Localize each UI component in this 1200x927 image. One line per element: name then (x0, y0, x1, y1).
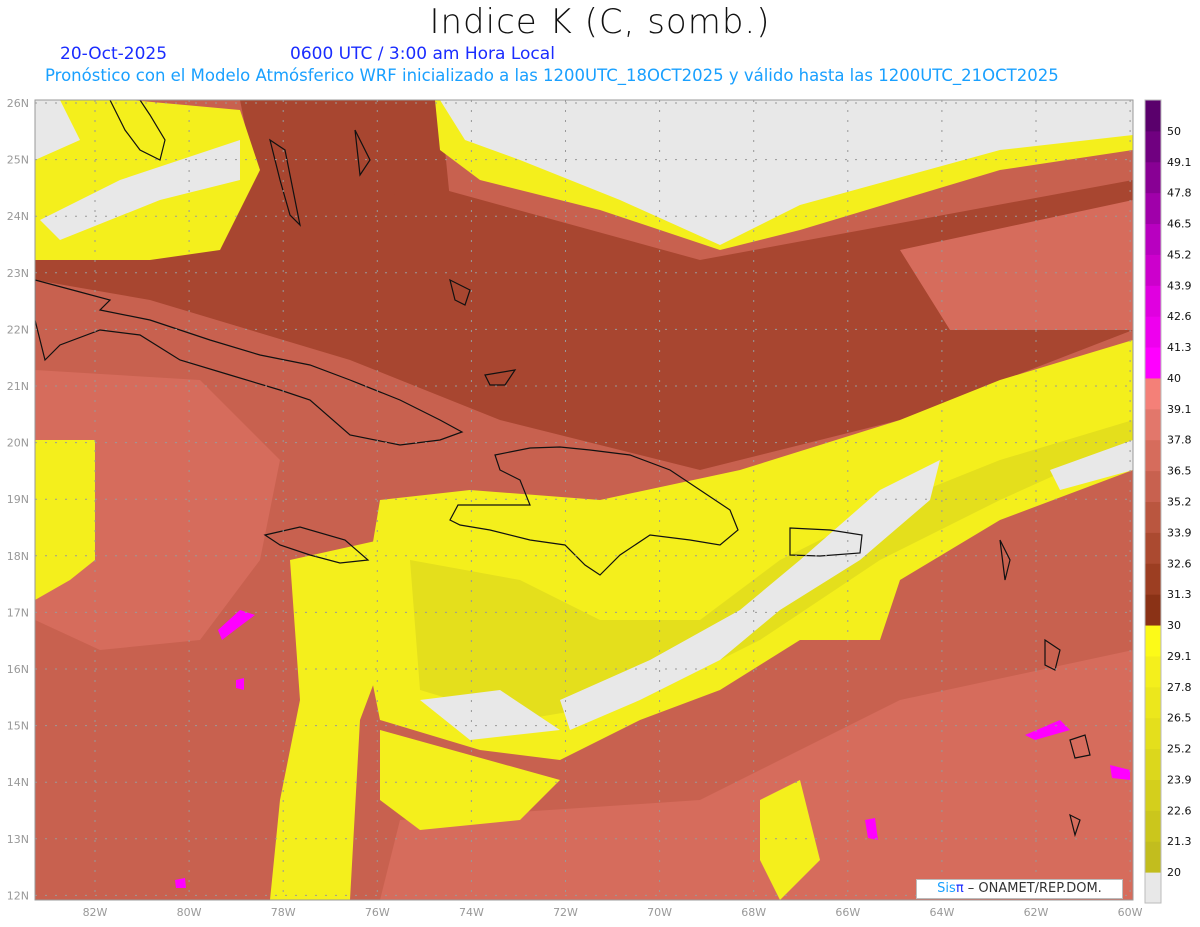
colorbar-swatch (1145, 347, 1161, 379)
colorbar-label: 31.3 (1167, 588, 1192, 601)
lon-label: 80W (177, 906, 202, 919)
colorbar-label: 46.5 (1167, 218, 1192, 231)
lat-label: 22N (7, 323, 29, 336)
colorbar-label: 32.6 (1167, 557, 1192, 570)
colorbar-label: 20 (1167, 866, 1181, 879)
lat-label: 15N (7, 720, 29, 733)
lat-label: 18N (7, 550, 29, 563)
lon-label: 62W (1024, 906, 1049, 919)
colorbar: 20 21.3 22.6 23.9 25.2 26.5 27.8 29.1 30 31.3 32.6… (1144, 99, 1192, 904)
onamet-logo: Sisπ – ONAMET/REP.DOM. (916, 879, 1123, 899)
colorbar-label: 41.3 (1167, 341, 1192, 354)
credit-text: – ONAMET/REP.DOM. (967, 881, 1102, 896)
colorbar-swatch (1145, 748, 1161, 780)
lat-label: 21N (7, 380, 29, 393)
colorbar-label: 29.1 (1167, 650, 1192, 663)
lon-label: 82W (83, 906, 108, 919)
colorbar-swatch (1145, 501, 1161, 533)
colorbar-label: 35.2 (1167, 496, 1192, 509)
lat-label: 20N (7, 437, 29, 450)
colorbar-swatch (1145, 316, 1161, 348)
lat-label: 23N (7, 267, 29, 280)
model-description: Pronóstico con el Modelo Atmósferico WRF… (45, 66, 1059, 85)
lon-label: 68W (741, 906, 766, 919)
colorbar-swatch (1145, 594, 1161, 626)
lat-label: 14N (7, 776, 29, 789)
lon-label: 78W (271, 906, 296, 919)
colorbar-label: 45.2 (1167, 248, 1192, 261)
colorbar-label: 49.1 (1167, 156, 1192, 169)
colorbar-swatch (1145, 841, 1161, 873)
logo-pi: π (955, 881, 964, 896)
colorbar-label: 30 (1167, 619, 1181, 632)
lat-label: 19N (7, 493, 29, 506)
colorbar-label: 22.6 (1167, 804, 1192, 817)
colorbar-label: 23.9 (1167, 773, 1192, 786)
lat-label: 17N (7, 606, 29, 619)
forecast-time: 0600 UTC / 3:00 am Hora Local (290, 44, 555, 64)
lon-label: 72W (553, 906, 578, 919)
colorbar-swatch (1145, 532, 1161, 564)
colorbar-swatch (1145, 130, 1161, 163)
lon-label: 74W (459, 906, 484, 919)
logo-sis: Sis (937, 881, 956, 896)
map-figure: 82W 80W 78W 76W 74W 72W 70W 68W 66W 64W 62W 60W 26N 2… (7, 97, 1192, 919)
lon-label: 76W (365, 906, 390, 919)
colorbar-swatch (1145, 625, 1161, 657)
lon-label: 60W (1118, 906, 1143, 919)
colorbar-label: 36.5 (1167, 465, 1192, 478)
colorbar-swatch (1145, 439, 1161, 472)
colorbar-swatch (1145, 779, 1161, 811)
lat-label: 13N (7, 833, 29, 846)
colorbar-swatch (1145, 223, 1161, 255)
colorbar-swatch (1145, 717, 1161, 750)
colorbar-label: 47.8 (1167, 187, 1192, 200)
colorbar-label: 27.8 (1167, 681, 1192, 694)
colorbar-swatch (1145, 655, 1161, 688)
colorbar-label: 25.2 (1167, 743, 1192, 756)
k-index-field (35, 100, 1133, 900)
colorbar-swatch (1145, 470, 1161, 502)
lon-label: 70W (647, 906, 672, 919)
colorbar-label: 39.1 (1167, 403, 1192, 416)
colorbar-swatch (1145, 285, 1161, 317)
lat-label: 16N (7, 663, 29, 676)
colorbar-label: 42.6 (1167, 310, 1192, 323)
lat-label: 26N (7, 97, 29, 110)
colorbar-label: 40 (1167, 372, 1181, 385)
lat-label: 12N (7, 889, 29, 902)
map-title: Indice K (C, somb.) (429, 2, 771, 42)
colorbar-label: 37.8 (1167, 434, 1192, 447)
lon-label: 64W (929, 906, 954, 919)
forecast-date: 20-Oct-2025 (60, 44, 168, 64)
lat-label: 25N (7, 154, 29, 167)
colorbar-swatch (1145, 686, 1161, 719)
colorbar-swatch (1145, 100, 1161, 132)
colorbar-swatch (1145, 161, 1161, 194)
colorbar-label: 21.3 (1167, 835, 1192, 848)
colorbar-label: 33.9 (1167, 526, 1192, 539)
colorbar-swatch (1145, 254, 1161, 286)
colorbar-label: 50 (1167, 125, 1181, 138)
colorbar-swatch (1145, 377, 1161, 410)
colorbar-swatch (1145, 408, 1161, 441)
colorbar-label: 26.5 (1167, 712, 1192, 725)
lon-label: 66W (835, 906, 860, 919)
colorbar-swatch (1145, 810, 1161, 842)
colorbar-swatch (1145, 192, 1161, 225)
colorbar-swatch (1145, 563, 1161, 595)
colorbar-swatch (1145, 872, 1161, 904)
colorbar-label: 43.9 (1167, 279, 1192, 292)
lat-label: 24N (7, 210, 29, 223)
